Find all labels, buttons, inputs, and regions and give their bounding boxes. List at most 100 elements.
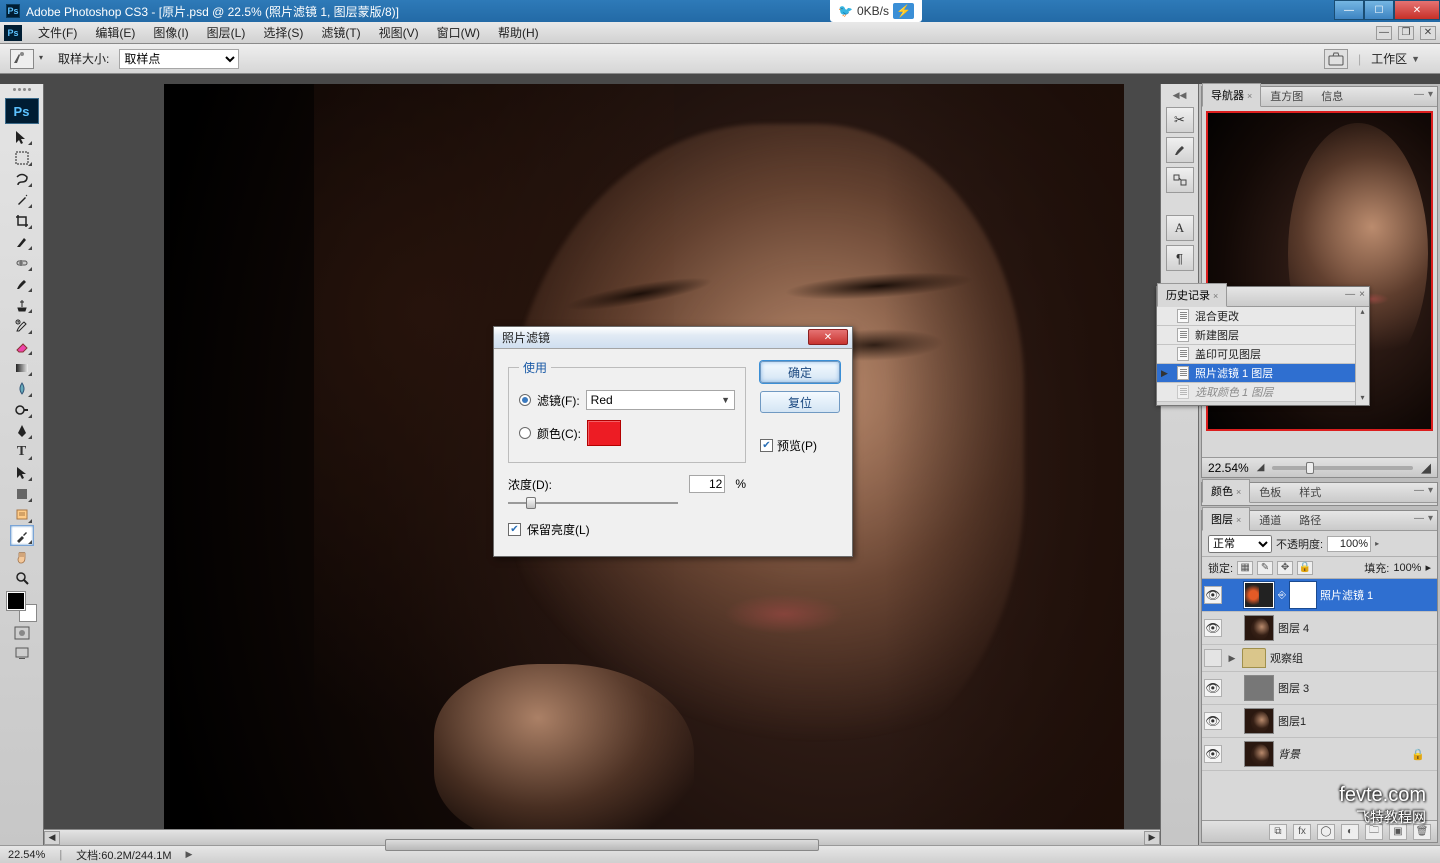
layer-thumbnail[interactable] xyxy=(1244,741,1274,767)
mdi-close-button[interactable]: ✕ xyxy=(1420,26,1436,40)
hand-tool[interactable] xyxy=(10,546,34,567)
history-scrollbar[interactable]: ▴▾ xyxy=(1355,307,1369,405)
healing-brush-tool[interactable] xyxy=(10,252,34,273)
status-zoom[interactable]: 22.54% xyxy=(8,849,45,861)
brush-tool[interactable] xyxy=(10,273,34,294)
tab-color[interactable]: 颜色× xyxy=(1202,479,1250,503)
lock-pixels-icon[interactable]: ✎ xyxy=(1257,561,1273,575)
tool-palette-handle[interactable] xyxy=(3,88,41,96)
minimize-button[interactable]: — xyxy=(1334,0,1364,20)
layer-name[interactable]: 图层 3 xyxy=(1278,680,1309,696)
lock-transparency-icon[interactable]: ▦ xyxy=(1237,561,1253,575)
tab-info[interactable]: 信息 xyxy=(1312,84,1352,107)
color-swatch[interactable] xyxy=(587,420,621,446)
tool-preset-picker[interactable] xyxy=(10,49,34,69)
menu-select[interactable]: 选择(S) xyxy=(255,22,311,43)
path-selection-tool[interactable] xyxy=(10,462,34,483)
slice-tool[interactable] xyxy=(10,231,34,252)
layer-name[interactable]: 图层1 xyxy=(1278,713,1306,729)
eraser-tool[interactable] xyxy=(10,336,34,357)
blur-tool[interactable] xyxy=(10,378,34,399)
layer-name[interactable]: 背景 xyxy=(1278,746,1300,762)
panel-minimize-icon[interactable]: — xyxy=(1414,89,1424,100)
horizontal-scrollbar[interactable]: ◀ ▶ xyxy=(44,829,1160,845)
history-brush-tool[interactable] xyxy=(10,315,34,336)
color-swatches[interactable] xyxy=(7,592,37,622)
visibility-toggle[interactable]: 👁 xyxy=(1204,745,1222,763)
tab-history[interactable]: 历史记录× xyxy=(1157,283,1227,307)
layer-thumbnail[interactable] xyxy=(1244,708,1274,734)
tab-channels[interactable]: 通道 xyxy=(1250,508,1290,531)
history-item[interactable]: 选取颜色 1 图层 xyxy=(1157,383,1355,402)
clone-stamp-tool[interactable] xyxy=(10,294,34,315)
add-mask-icon[interactable]: ◯ xyxy=(1317,824,1335,840)
layer-row[interactable]: 👁 图层 3 xyxy=(1202,672,1437,705)
navigator-zoom-slider[interactable] xyxy=(1272,466,1413,470)
dock-tool-presets-icon[interactable]: ✂ xyxy=(1166,107,1194,133)
layer-name[interactable]: 照片滤镜 1 xyxy=(1320,587,1373,603)
history-item[interactable]: 混合更改 xyxy=(1157,307,1355,326)
eyedropper-tool[interactable] xyxy=(10,525,34,546)
scroll-left-button[interactable]: ◀ xyxy=(44,831,60,845)
blend-mode-select[interactable]: 正常 xyxy=(1208,535,1272,553)
panel-minimize-icon[interactable]: — xyxy=(1414,513,1424,524)
filter-combobox[interactable]: Red▼ xyxy=(586,390,735,410)
menu-image[interactable]: 图像(I) xyxy=(145,22,196,43)
visibility-toggle[interactable]: 👁 xyxy=(1204,619,1222,637)
ok-button[interactable]: 确定 xyxy=(760,361,840,383)
opacity-field[interactable]: 100% xyxy=(1327,536,1371,552)
navigator-zoom-value[interactable]: 22.54% xyxy=(1208,461,1249,475)
history-item[interactable]: ▶照片滤镜 1 图层 xyxy=(1157,364,1355,383)
filter-radio[interactable] xyxy=(519,394,531,406)
quick-mask-toggle[interactable] xyxy=(11,624,33,642)
tab-histogram[interactable]: 直方图 xyxy=(1261,84,1312,107)
layer-row[interactable]: 👁 图层1 xyxy=(1202,705,1437,738)
panel-menu-icon[interactable]: ▾ xyxy=(1428,485,1433,496)
lock-all-icon[interactable]: 🔒 xyxy=(1297,561,1313,575)
menu-window[interactable]: 窗口(W) xyxy=(429,22,488,43)
link-layers-icon[interactable]: ⧉ xyxy=(1269,824,1287,840)
fill-field[interactable]: 100% xyxy=(1393,562,1421,574)
close-button[interactable]: ✕ xyxy=(1394,0,1440,20)
visibility-toggle[interactable]: 👁 xyxy=(1204,679,1222,697)
foreground-color[interactable] xyxy=(7,592,25,610)
dock-paragraph-icon[interactable]: ¶ xyxy=(1166,245,1194,271)
reset-button[interactable]: 复位 xyxy=(760,391,840,413)
panel-close-icon[interactable]: × xyxy=(1359,289,1365,300)
layer-row[interactable]: 👁 背景 🔒 xyxy=(1202,738,1437,771)
color-radio[interactable] xyxy=(519,427,531,439)
layer-row[interactable]: 👁 ⎆ 照片滤镜 1 xyxy=(1202,579,1437,612)
dock-clone-source-icon[interactable] xyxy=(1166,167,1194,193)
gradient-tool[interactable] xyxy=(10,357,34,378)
dock-brushes-icon[interactable] xyxy=(1166,137,1194,163)
layer-style-icon[interactable]: fx xyxy=(1293,824,1311,840)
panel-minimize-icon[interactable]: — xyxy=(1345,289,1355,300)
zoom-out-icon[interactable]: ◢ xyxy=(1257,462,1265,473)
workspace-menu[interactable]: 工作区▼ xyxy=(1371,50,1420,67)
sample-size-select[interactable]: 取样点 xyxy=(119,49,239,69)
tab-layers[interactable]: 图层× xyxy=(1202,507,1250,531)
pen-tool[interactable] xyxy=(10,420,34,441)
lasso-tool[interactable] xyxy=(10,168,34,189)
preserve-luminosity-checkbox[interactable]: ✔ xyxy=(508,523,521,536)
layer-thumbnail[interactable] xyxy=(1244,582,1274,608)
notes-tool[interactable] xyxy=(10,504,34,525)
scroll-thumb[interactable] xyxy=(385,839,819,851)
history-item[interactable]: 新建图层 xyxy=(1157,326,1355,345)
layer-row[interactable]: 👁 图层 4 xyxy=(1202,612,1437,645)
menu-filter[interactable]: 滤镜(T) xyxy=(313,22,368,43)
dialog-close-button[interactable]: ✕ xyxy=(808,329,848,345)
group-disclosure-icon[interactable]: ▶ xyxy=(1226,653,1238,664)
panel-menu-icon[interactable]: ▾ xyxy=(1428,513,1433,524)
visibility-toggle[interactable] xyxy=(1204,649,1222,667)
status-doc-size[interactable]: 文档:60.2M/244.1M xyxy=(76,847,171,863)
menu-edit[interactable]: 编辑(E) xyxy=(87,22,143,43)
goto-bridge-button[interactable] xyxy=(1324,49,1348,69)
layer-mask-thumbnail[interactable] xyxy=(1290,582,1316,608)
scroll-right-button[interactable]: ▶ xyxy=(1144,831,1160,845)
status-menu-icon[interactable]: ▶ xyxy=(186,849,193,860)
layer-name[interactable]: 图层 4 xyxy=(1278,620,1309,636)
menu-view[interactable]: 视图(V) xyxy=(371,22,427,43)
shape-tool[interactable] xyxy=(10,483,34,504)
zoom-in-icon[interactable]: ◢ xyxy=(1421,460,1431,476)
